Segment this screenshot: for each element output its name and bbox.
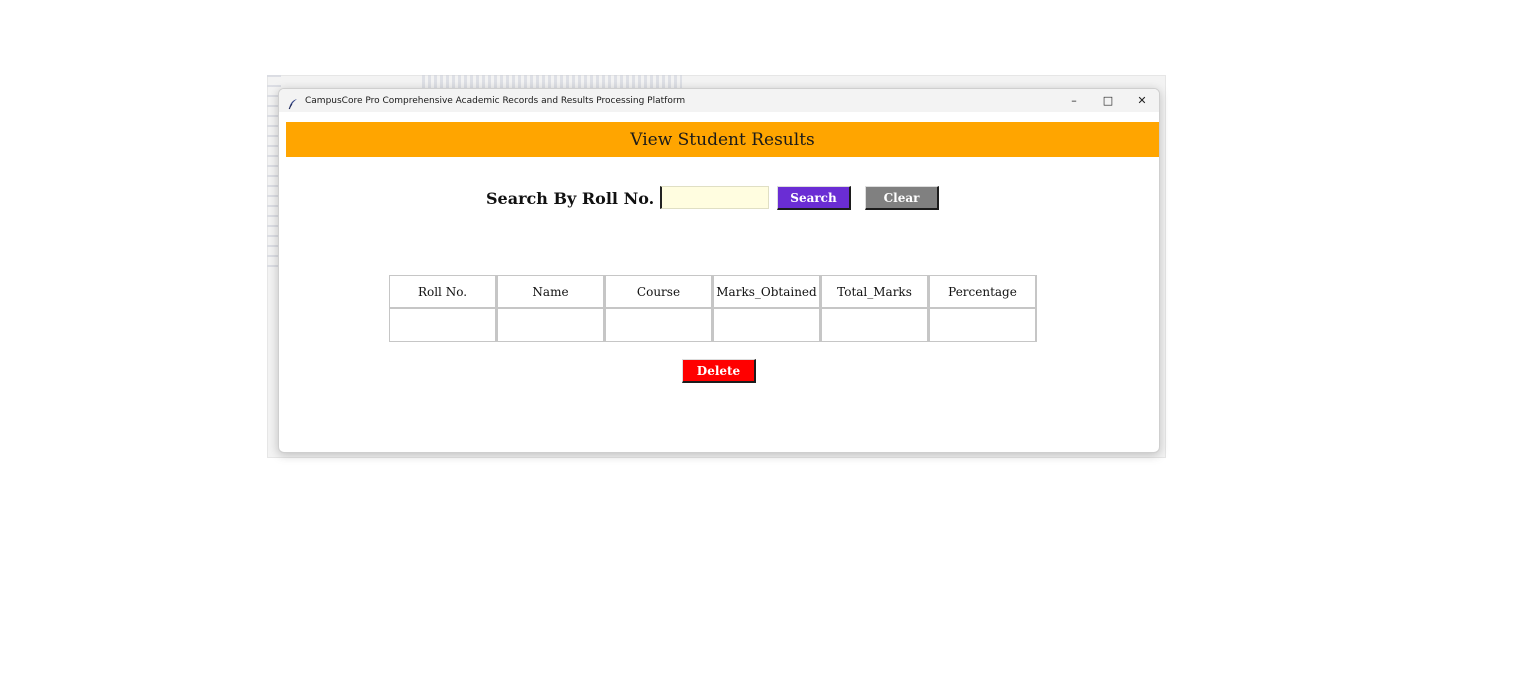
header-bar: View Student Results xyxy=(286,122,1159,157)
clear-button[interactable]: Clear xyxy=(865,186,939,210)
roll-no-search-input[interactable] xyxy=(660,186,769,209)
background-editor-code xyxy=(422,75,682,89)
window-title: CampusCore Pro Comprehensive Academic Re… xyxy=(305,95,686,106)
maximize-icon[interactable]: □ xyxy=(1091,89,1125,112)
minimize-icon[interactable]: – xyxy=(1057,89,1091,112)
window-controls: – □ ✕ xyxy=(1057,89,1159,112)
column-header-total-marks[interactable]: Total_Marks xyxy=(821,275,929,308)
search-button[interactable]: Search xyxy=(777,186,851,210)
app-window: CampusCore Pro Comprehensive Academic Re… xyxy=(278,88,1160,453)
table-cell[interactable] xyxy=(929,308,1037,342)
page-title: View Student Results xyxy=(630,129,815,150)
title-bar[interactable]: CampusCore Pro Comprehensive Academic Re… xyxy=(279,89,1159,112)
close-icon[interactable]: ✕ xyxy=(1125,89,1159,112)
table-cell[interactable] xyxy=(389,308,497,342)
table-row[interactable] xyxy=(389,308,1037,342)
table-cell[interactable] xyxy=(605,308,713,342)
column-header-marks-obtained[interactable]: Marks_Obtained xyxy=(713,275,821,308)
table-cell[interactable] xyxy=(713,308,821,342)
results-table: Roll No. Name Course Marks_Obtained Tota… xyxy=(389,275,1037,342)
column-header-roll-no[interactable]: Roll No. xyxy=(389,275,497,308)
column-header-percentage[interactable]: Percentage xyxy=(929,275,1037,308)
table-header-row: Roll No. Name Course Marks_Obtained Tota… xyxy=(389,275,1037,308)
column-header-name[interactable]: Name xyxy=(497,275,605,308)
feather-icon xyxy=(287,95,299,109)
delete-button[interactable]: Delete xyxy=(682,359,756,383)
table-cell[interactable] xyxy=(497,308,605,342)
table-cell[interactable] xyxy=(821,308,929,342)
column-header-course[interactable]: Course xyxy=(605,275,713,308)
search-label: Search By Roll No. xyxy=(486,189,655,208)
